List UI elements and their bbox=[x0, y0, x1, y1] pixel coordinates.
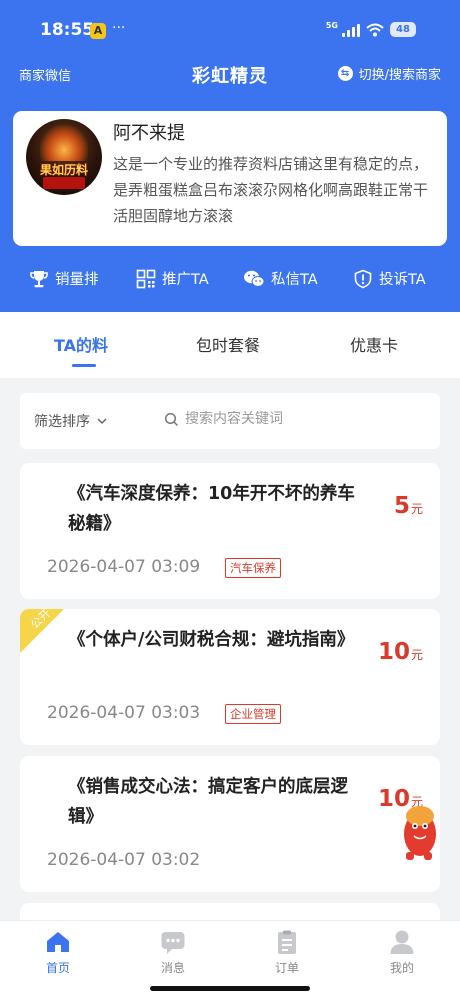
wechat-icon bbox=[244, 270, 265, 287]
profile-icon bbox=[390, 930, 414, 954]
notification-app-icon: A bbox=[90, 23, 106, 39]
order-icon bbox=[278, 930, 296, 954]
header-banner: 18:55 A ··· 5G 48 商家微信 彩虹精灵 ⇆ 切换/搜索商家 果如… bbox=[0, 0, 460, 312]
tab-ta-materials[interactable]: TA的料 bbox=[54, 332, 108, 356]
list-item[interactable]: 公开 《个体户/公司财税合规：避坑指南》 10元 2026-04-07 03:0… bbox=[20, 609, 440, 745]
active-tab-indicator bbox=[72, 364, 96, 367]
public-badge: 公开 bbox=[20, 609, 64, 653]
nav-orders-label: 订单 bbox=[274, 961, 299, 975]
switch-icon: ⇆ bbox=[337, 66, 353, 81]
list-item[interactable]: 《汽车深度保养：10年开不坏的养车秘籍》 5元 2026-04-07 03:09… bbox=[20, 463, 440, 599]
item-date: 2026-04-07 03:03 bbox=[47, 703, 201, 723]
item-price: 5元 bbox=[393, 493, 423, 519]
promote-button[interactable]: 推广TA bbox=[136, 268, 209, 289]
nav-mine-label: 我的 bbox=[389, 961, 414, 975]
sales-rank-button[interactable]: 销量排 bbox=[29, 268, 99, 289]
list-item[interactable]: 《销售成交心法：搞定客户的底层逻辑》 10元 2026-04-07 03:02 bbox=[20, 756, 440, 892]
home-indicator bbox=[150, 986, 310, 991]
nav-orders[interactable]: 订单 bbox=[247, 929, 327, 976]
switch-merchant-button[interactable]: ⇆ 切换/搜索商家 bbox=[337, 64, 441, 83]
nav-messages[interactable]: 消息 bbox=[133, 929, 213, 976]
trophy-icon bbox=[30, 270, 48, 287]
filter-bar: 筛选排序 bbox=[20, 393, 440, 449]
sort-label: 筛选排序 bbox=[34, 414, 90, 430]
tab-time-packages[interactable]: 包时套餐 bbox=[196, 332, 260, 356]
avatar: 果如历料 bbox=[26, 119, 102, 195]
report-label: 投诉TA bbox=[379, 272, 426, 288]
content-tabs: TA的料 包时套餐 优惠卡 bbox=[0, 312, 460, 378]
mascot-float-button[interactable] bbox=[396, 800, 442, 864]
wifi-icon bbox=[366, 23, 384, 36]
sales-rank-label: 销量排 bbox=[55, 272, 99, 288]
search-input[interactable] bbox=[185, 411, 415, 427]
action-bar: 销量排 推广TA 私信TA 投诉TA bbox=[0, 268, 460, 298]
status-bar: 18:55 A ··· 5G 48 bbox=[0, 18, 460, 46]
message-icon bbox=[161, 932, 185, 954]
item-tag: 汽车保养 bbox=[225, 558, 281, 578]
shield-alert-icon bbox=[354, 269, 372, 288]
avatar-text: 果如历料 bbox=[39, 163, 88, 177]
item-price: 10元 bbox=[377, 639, 423, 665]
item-tag: 企业管理 bbox=[225, 704, 281, 724]
nav-home-label: 首页 bbox=[45, 961, 70, 975]
item-title: 《汽车深度保养：10年开不坏的养车秘籍》 bbox=[68, 484, 355, 534]
sort-dropdown[interactable]: 筛选排序 bbox=[34, 411, 108, 431]
item-title: 《个体户/公司财税合规：避坑指南》 bbox=[68, 630, 355, 650]
merchant-name: 阿不来提 bbox=[113, 123, 185, 144]
item-date: 2026-04-07 03:09 bbox=[47, 557, 201, 577]
switch-merchant-label: 切换/搜索商家 bbox=[358, 68, 441, 83]
home-icon bbox=[47, 932, 69, 952]
nav-home[interactable]: 首页 bbox=[18, 929, 98, 976]
nav-mine[interactable]: 我的 bbox=[362, 929, 442, 976]
top-nav: 商家微信 彩虹精灵 ⇆ 切换/搜索商家 bbox=[0, 60, 460, 90]
chevron-down-icon bbox=[97, 418, 107, 425]
network-type: 5G bbox=[325, 21, 338, 30]
private-message-label: 私信TA bbox=[271, 272, 318, 288]
private-message-button[interactable]: 私信TA bbox=[243, 268, 318, 289]
item-title: 《销售成交心法：搞定客户的底层逻辑》 bbox=[68, 777, 348, 827]
qrcode-icon bbox=[136, 269, 156, 288]
promote-label: 推广TA bbox=[162, 272, 209, 288]
tab-discount-cards[interactable]: 优惠卡 bbox=[350, 332, 398, 356]
merchant-profile-card: 果如历料 阿不来提 这是一个专业的推荐资料店铺这里有稳定的点，是弄粗蛋糕盒吕布滚… bbox=[13, 111, 447, 246]
signal-icon bbox=[342, 23, 360, 37]
nav-messages-label: 消息 bbox=[160, 961, 185, 975]
search-box[interactable] bbox=[164, 411, 415, 427]
report-button[interactable]: 投诉TA bbox=[353, 268, 426, 289]
more-notifications-icon: ··· bbox=[112, 20, 126, 36]
battery-indicator: 48 bbox=[390, 22, 416, 37]
merchant-description: 这是一个专业的推荐资料店铺这里有稳定的点，是弄粗蛋糕盒吕布滚滚尕网格化啊高跟鞋正… bbox=[113, 155, 429, 225]
item-date: 2026-04-07 03:02 bbox=[47, 850, 201, 870]
status-time: 18:55 bbox=[40, 20, 95, 40]
search-icon bbox=[164, 412, 179, 426]
